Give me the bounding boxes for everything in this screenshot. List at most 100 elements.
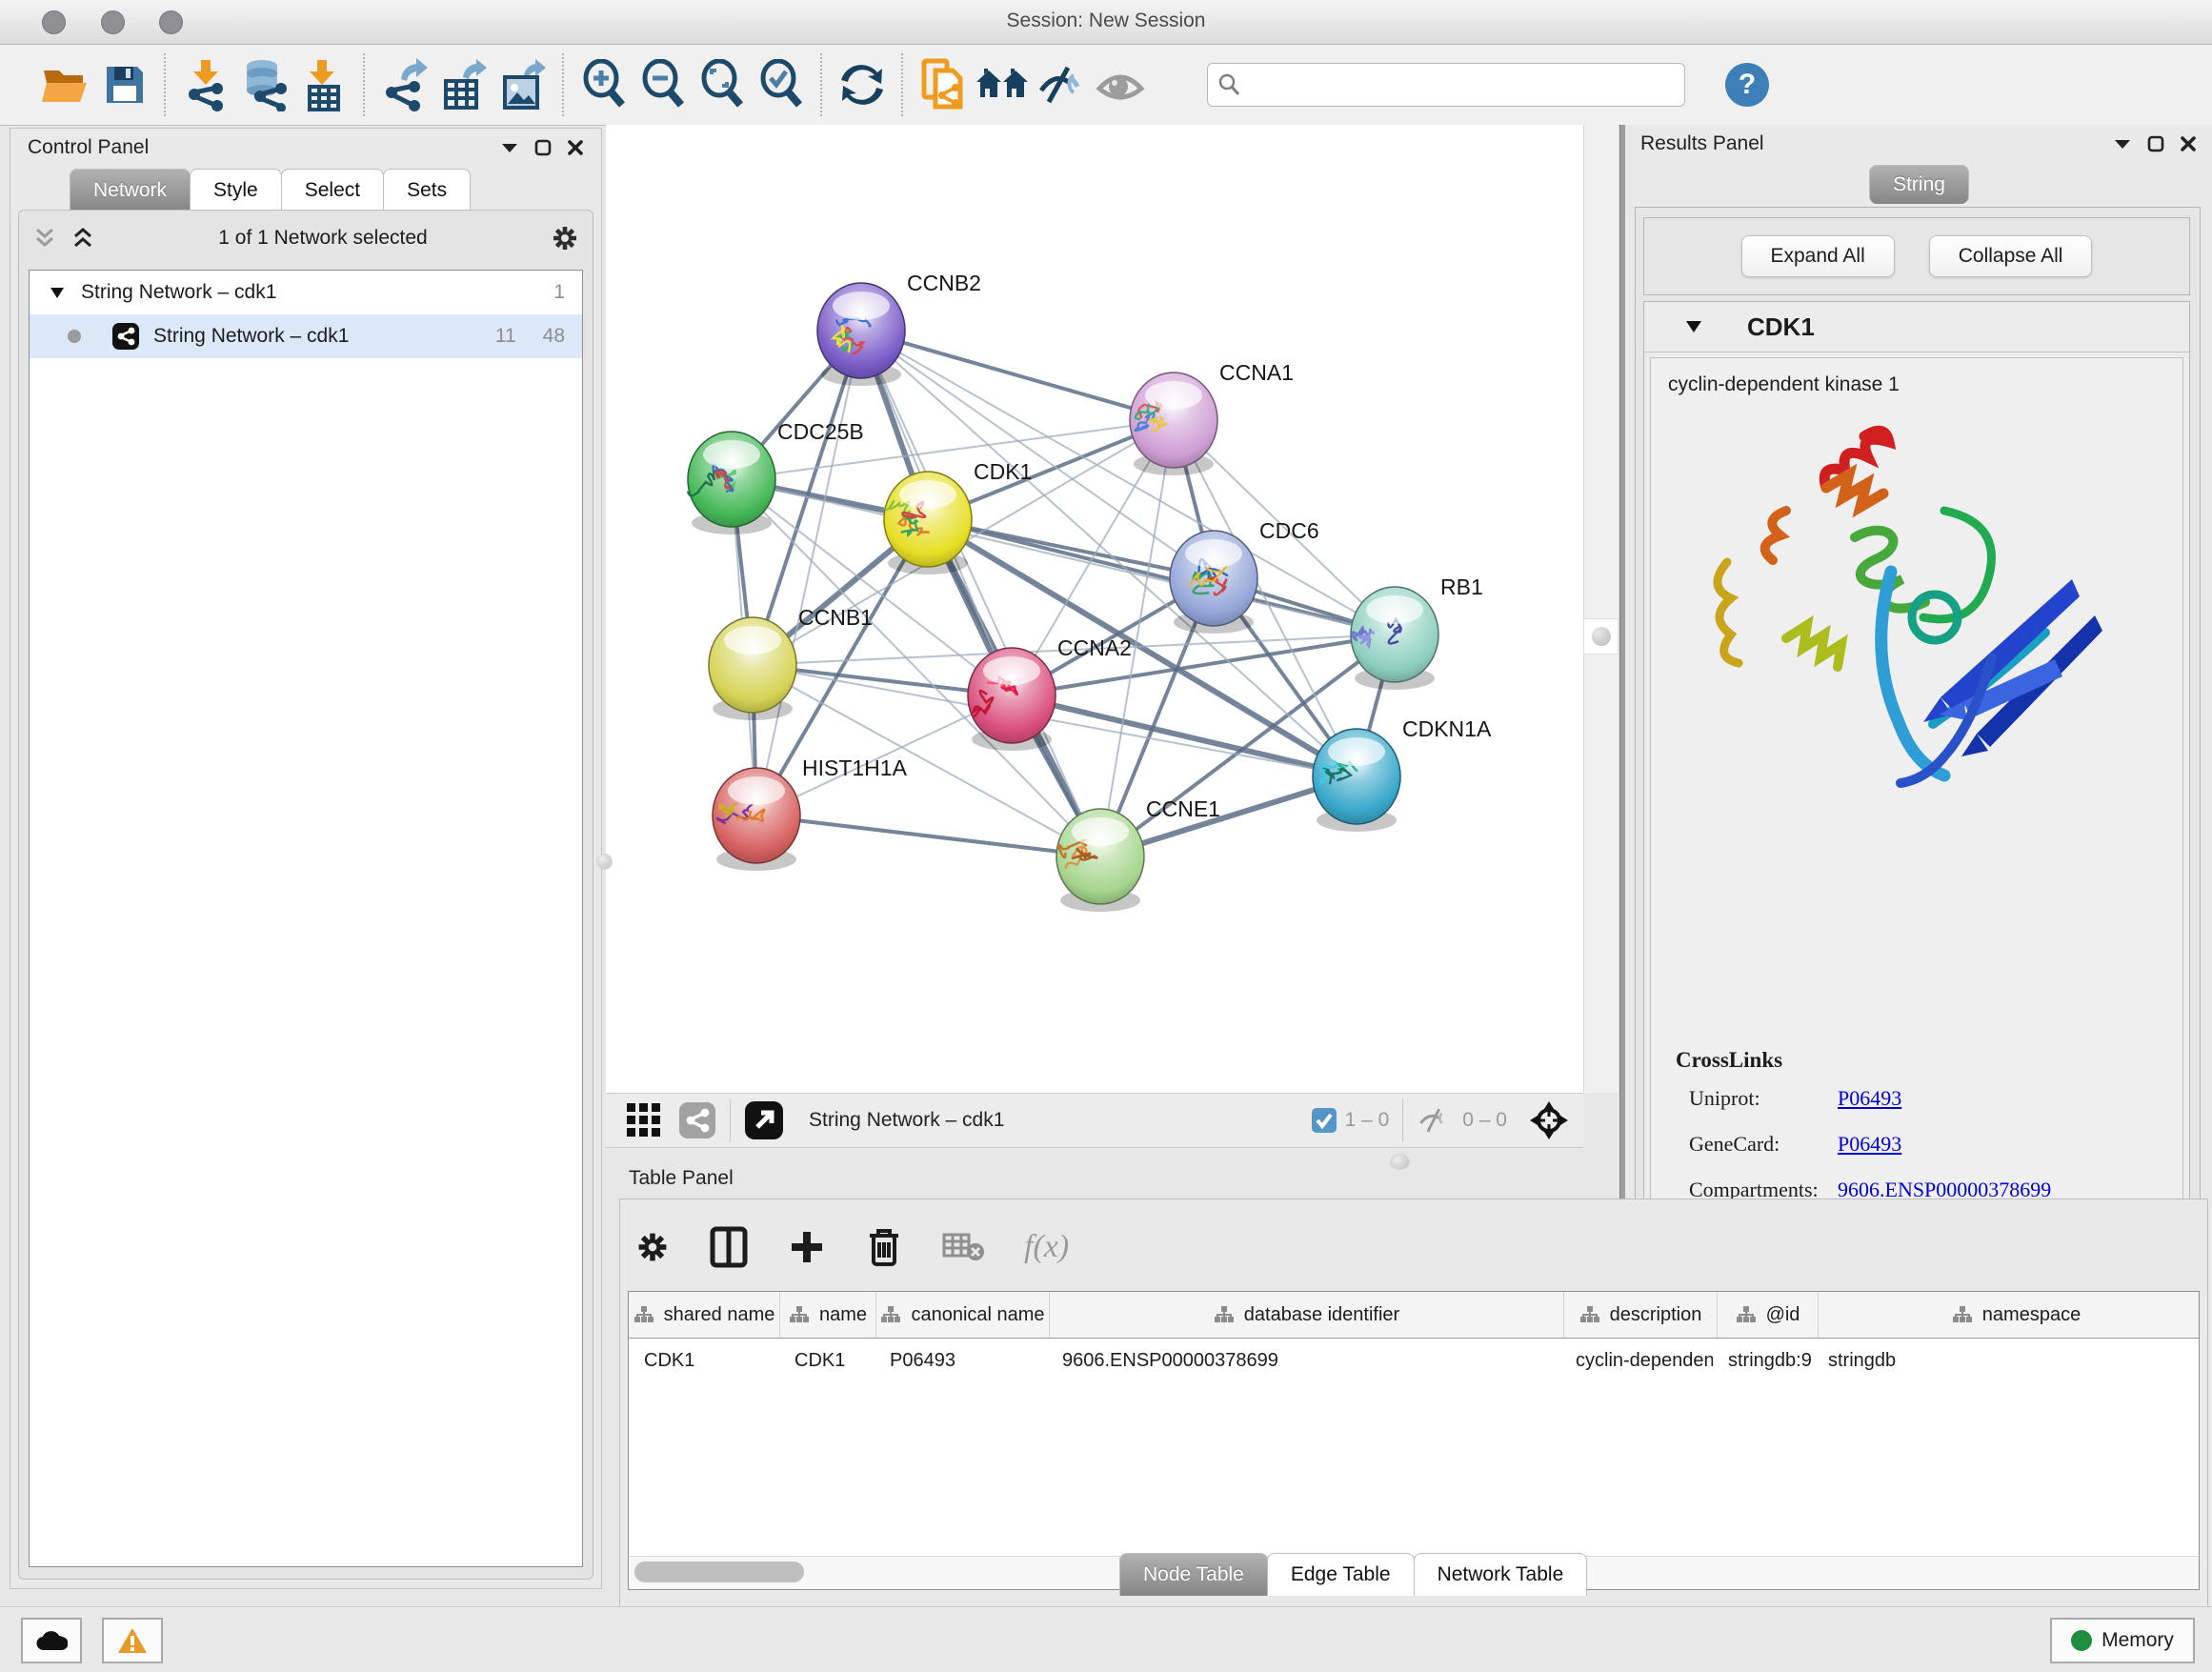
- node-HIST1H1A[interactable]: HIST1H1A: [713, 755, 908, 871]
- help-button[interactable]: ?: [1725, 63, 1769, 107]
- delete-table-icon[interactable]: [942, 1231, 984, 1263]
- edge-CCNB2-HIST1H1A[interactable]: [756, 331, 861, 816]
- tab-node-table[interactable]: Node Table: [1119, 1553, 1268, 1596]
- collapse-all-icon[interactable]: [32, 226, 57, 251]
- node-RB1[interactable]: RB1: [1351, 574, 1483, 690]
- import-network-file-button[interactable]: [176, 55, 235, 114]
- birds-eye-view-icon[interactable]: [1528, 1099, 1570, 1141]
- collapse-all-button[interactable]: Collapse All: [1929, 235, 2093, 277]
- save-session-icon: [103, 63, 147, 107]
- main-toolbar: ?: [0, 45, 2212, 126]
- table-cell[interactable]: stringdb:9...: [1713, 1350, 1813, 1372]
- zoom-out-button[interactable]: [633, 55, 693, 114]
- node-CCNA2[interactable]: CCNA2: [968, 635, 1132, 751]
- close-panel-icon[interactable]: [2180, 135, 2197, 152]
- column-header-@id[interactable]: @id: [1718, 1292, 1819, 1338]
- hidden-count-label: 0 – 0: [1462, 1109, 1507, 1132]
- tab-sets[interactable]: Sets: [383, 169, 471, 212]
- node-table[interactable]: shared namenamecanonical namedatabase id…: [628, 1291, 2200, 1558]
- zoom-fit-button[interactable]: [693, 55, 752, 114]
- expand-all-icon[interactable]: [70, 226, 95, 251]
- table-cell[interactable]: 9606.ENSP00000378699: [1047, 1350, 1560, 1372]
- node-CDKN1A[interactable]: CDKN1A: [1313, 716, 1492, 832]
- close-panel-icon[interactable]: [567, 139, 584, 156]
- export-network-button[interactable]: [375, 55, 434, 114]
- edge-CCNE1-HIST1H1A[interactable]: [756, 816, 1100, 856]
- import-table-file-button[interactable]: [294, 55, 353, 114]
- warnings-button[interactable]: [102, 1618, 163, 1663]
- tab-network[interactable]: Network: [70, 169, 191, 212]
- save-session-button[interactable]: [95, 55, 154, 114]
- tab-style[interactable]: Style: [190, 169, 282, 212]
- delete-column-icon[interactable]: [866, 1226, 902, 1268]
- zoom-selected-button[interactable]: [752, 55, 811, 114]
- node-CCNE1[interactable]: CCNE1: [1056, 796, 1220, 912]
- table-cell[interactable]: cyclin-dependent ...: [1560, 1350, 1713, 1372]
- column-header-canonical-name[interactable]: canonical name: [876, 1292, 1050, 1338]
- open-session-button[interactable]: [36, 55, 95, 114]
- table-splitter-handle[interactable]: [1390, 1154, 1410, 1170]
- edge-CCNB2-CCNA1[interactable]: [861, 331, 1174, 420]
- crosslink-value-link[interactable]: P06493: [1838, 1086, 1901, 1111]
- toolbar-search-field[interactable]: [1207, 63, 1685, 107]
- import-network-database-button[interactable]: [235, 55, 294, 114]
- string-network-graph[interactable]: CCNB2CCNA1CDC25BCDK1CDC6RB1CCNB1CCNA2CDK…: [606, 125, 1583, 1093]
- add-column-icon[interactable]: [788, 1228, 826, 1266]
- node-CDC25B[interactable]: CDC25B: [688, 419, 864, 534]
- crosslink-label: Uniprot:: [1689, 1086, 1838, 1111]
- network-options-gear-icon[interactable]: [551, 224, 579, 252]
- show-graphics-button[interactable]: [1091, 55, 1150, 114]
- column-header-namespace[interactable]: namespace: [1819, 1292, 2200, 1338]
- node-CDC6[interactable]: CDC6: [1170, 518, 1319, 634]
- search-input[interactable]: [1242, 73, 1646, 97]
- crosslink-value-link[interactable]: P06493: [1838, 1132, 1901, 1157]
- control-splitter-handle[interactable]: [596, 854, 613, 870]
- tab-string[interactable]: String: [1869, 165, 1969, 204]
- column-header-database-identifier[interactable]: database identifier: [1050, 1292, 1564, 1338]
- table-cell[interactable]: P06493: [875, 1350, 1047, 1372]
- float-panel-icon[interactable]: [500, 142, 519, 153]
- maximize-panel-icon[interactable]: [534, 139, 552, 156]
- selected-nodes-checkbox-icon[interactable]: [1311, 1107, 1337, 1134]
- grid-view-icon[interactable]: [625, 1101, 663, 1139]
- network-view-icon[interactable]: [678, 1101, 716, 1139]
- float-panel-icon[interactable]: [2113, 138, 2132, 150]
- refresh-view-button[interactable]: [833, 55, 892, 114]
- node-CDK1[interactable]: CDK1: [884, 459, 1032, 574]
- column-type-icon: [1579, 1305, 1600, 1324]
- tab-select[interactable]: Select: [281, 169, 384, 212]
- column-type-icon: [1952, 1305, 1973, 1324]
- maximize-panel-icon[interactable]: [2147, 135, 2164, 152]
- show-columns-icon[interactable]: [710, 1226, 748, 1268]
- network-canvas[interactable]: CCNB2CCNA1CDC25BCDK1CDC6RB1CCNB1CCNA2CDK…: [606, 125, 1583, 1093]
- node-CCNB2[interactable]: CCNB2: [817, 271, 981, 386]
- zoom-in-button[interactable]: [574, 55, 633, 114]
- cloud-status-button[interactable]: [21, 1618, 82, 1663]
- network-row-selected[interactable]: String Network – cdk1 11 48: [30, 314, 582, 358]
- first-neighbors-button[interactable]: [973, 55, 1032, 114]
- results-splitter-handle[interactable]: [1583, 618, 1619, 655]
- table-cell[interactable]: CDK1: [629, 1350, 779, 1372]
- gene-section-header[interactable]: CDK1: [1644, 302, 2189, 353]
- table-cell[interactable]: CDK1: [779, 1350, 875, 1372]
- network-collection-row[interactable]: String Network – cdk1 1: [30, 271, 582, 314]
- expand-all-button[interactable]: Expand All: [1741, 235, 1895, 277]
- section-collapse-arrow-icon[interactable]: [1686, 321, 1701, 332]
- memory-button[interactable]: Memory: [2050, 1618, 2195, 1663]
- tab-network-table[interactable]: Network Table: [1414, 1553, 1588, 1596]
- duplicate-network-button[interactable]: [914, 55, 973, 114]
- table-cell[interactable]: stringdb: [1813, 1350, 2200, 1372]
- export-table-button[interactable]: [434, 55, 493, 114]
- table-row[interactable]: CDK1CDK1P064939606.ENSP00000378699cyclin…: [629, 1339, 2199, 1382]
- column-header-description[interactable]: description: [1564, 1292, 1718, 1338]
- hide-graphics-button[interactable]: [1032, 55, 1091, 114]
- collection-expand-arrow-icon[interactable]: [50, 288, 64, 298]
- tab-edge-table[interactable]: Edge Table: [1267, 1553, 1415, 1596]
- scrollbar-thumb[interactable]: [634, 1561, 804, 1582]
- node-CCNB1[interactable]: CCNB1: [709, 605, 873, 720]
- export-image-button[interactable]: [493, 55, 553, 114]
- column-header-shared-name[interactable]: shared name: [629, 1292, 780, 1338]
- open-in-new-window-icon[interactable]: [744, 1100, 784, 1140]
- column-header-name[interactable]: name: [780, 1292, 876, 1338]
- table-settings-gear-icon[interactable]: [635, 1230, 670, 1264]
